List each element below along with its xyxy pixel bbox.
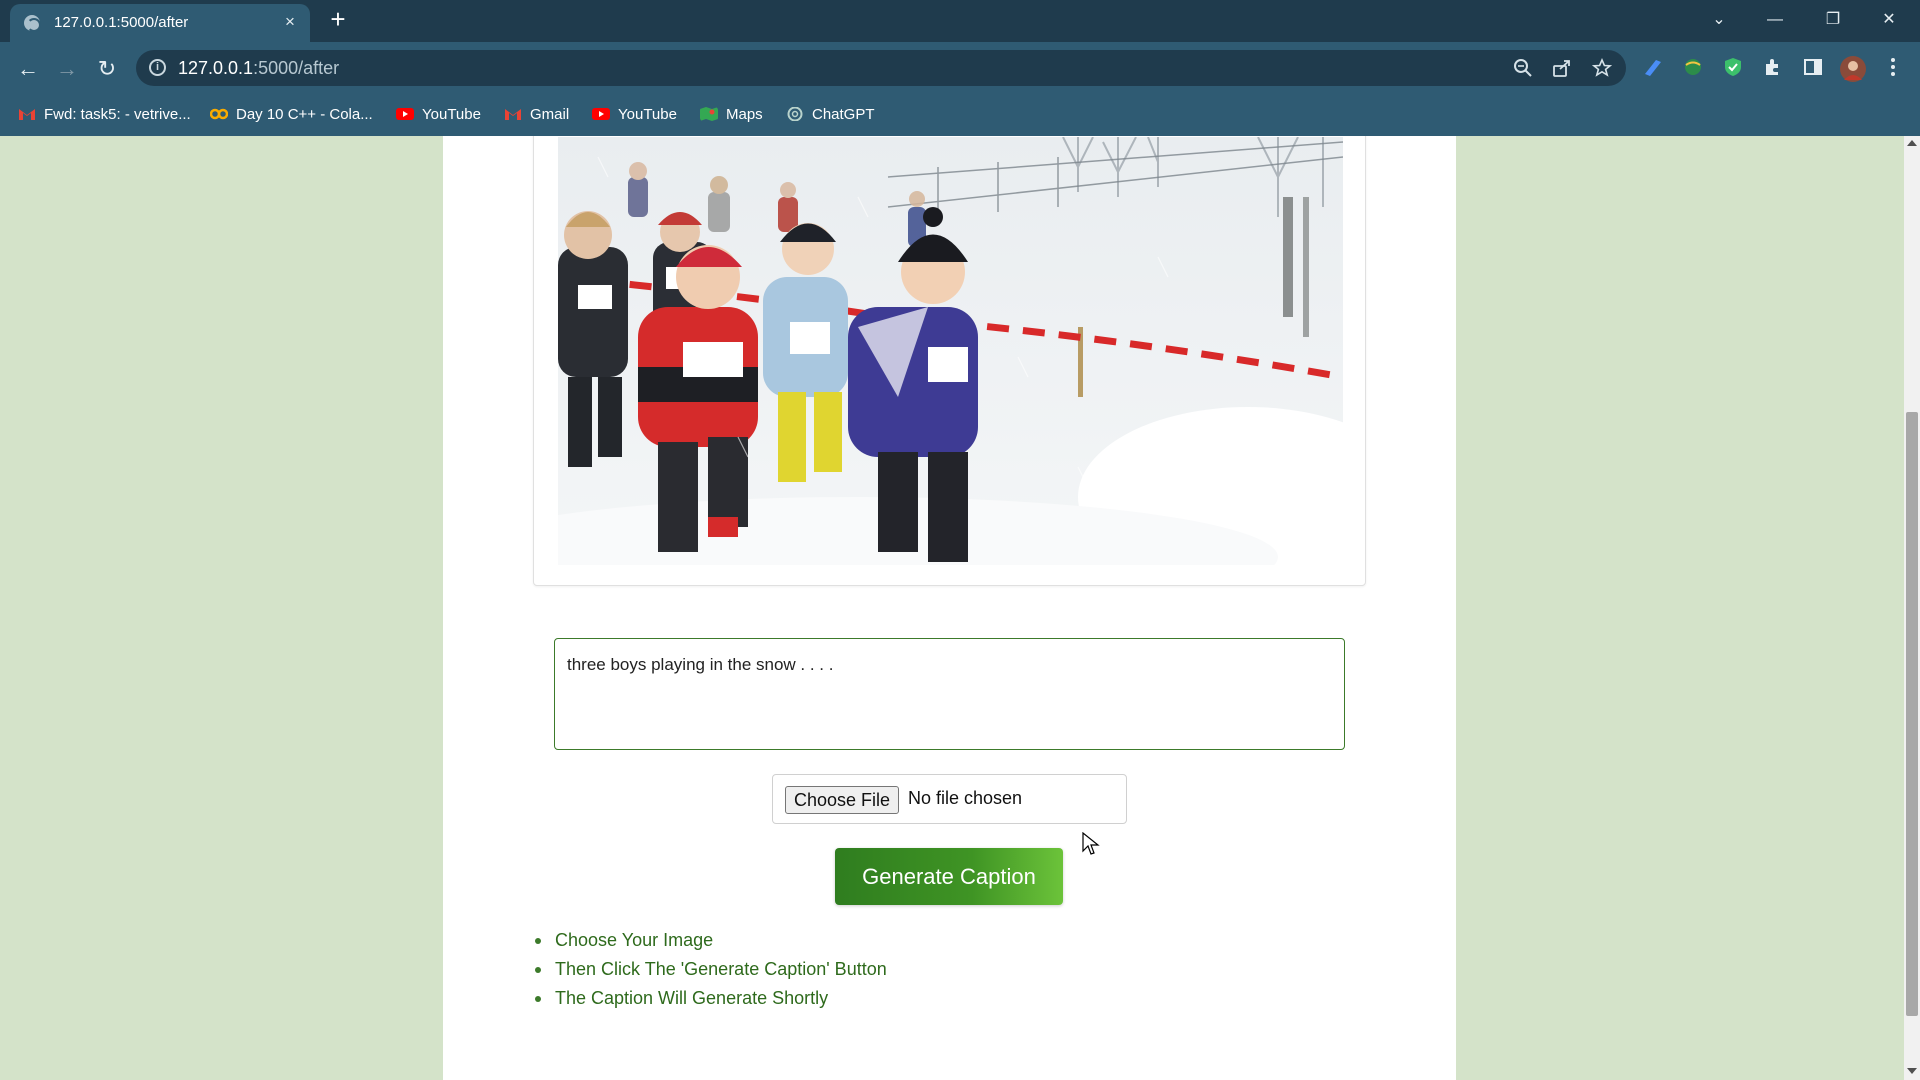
bookmark-colab[interactable]: Day 10 C++ - Cola... <box>210 104 373 126</box>
globe-favicon-icon <box>24 15 41 32</box>
puzzle-extensions-icon[interactable] <box>1760 56 1786 82</box>
list-item: The Caption Will Generate Shortly <box>535 984 887 1013</box>
caption-output[interactable]: three boys playing in the snow . . . . <box>554 638 1345 750</box>
caption-text: three boys playing in the snow . . . . <box>567 655 834 674</box>
scrollbar-thumb[interactable] <box>1906 412 1918 1016</box>
list-item: Then Click The 'Generate Caption' Button <box>535 955 887 984</box>
image-card <box>533 136 1366 586</box>
bookmark-label: YouTube <box>618 106 677 123</box>
list-item: Choose Your Image <box>535 926 887 955</box>
close-window-button[interactable]: ✕ <box>1866 6 1912 34</box>
bookmark-youtube-1[interactable]: YouTube <box>396 104 481 126</box>
tab-strip: 127.0.0.1:5000/after × + ⌄ — ❐ ✕ <box>0 0 1920 42</box>
bookmark-label: Fwd: task5: - vetrive... <box>44 106 191 123</box>
page-viewport: three boys playing in the snow . . . . C… <box>0 136 1904 1080</box>
share-icon[interactable] <box>1551 58 1573 80</box>
zoom-icon[interactable] <box>1512 58 1534 80</box>
vertical-scrollbar[interactable] <box>1904 136 1920 1080</box>
bookmark-gmail[interactable]: Gmail <box>504 104 569 126</box>
file-input[interactable]: Choose File No file chosen <box>772 774 1127 824</box>
new-tab-button[interactable]: + <box>326 6 350 32</box>
instructions-list: Choose Your Image Then Click The 'Genera… <box>535 926 887 1013</box>
profile-avatar-icon[interactable] <box>1840 56 1866 82</box>
bookmark-chatgpt[interactable]: ChatGPT <box>786 104 875 126</box>
tab-title: 127.0.0.1:5000/after <box>54 14 189 31</box>
browser-toolbar: ← → ↻ i 127.0.0.1:5000/after <box>0 42 1920 94</box>
reload-button[interactable]: ↻ <box>93 55 121 83</box>
generate-caption-button[interactable]: Generate Caption <box>835 848 1063 905</box>
bookmark-star-icon[interactable] <box>1591 57 1613 80</box>
bookmark-maps[interactable]: Maps <box>700 104 763 126</box>
scroll-down-icon[interactable] <box>1907 1068 1917 1074</box>
bookmark-label: YouTube <box>422 106 481 123</box>
back-button[interactable]: ← <box>14 55 42 83</box>
scroll-up-icon[interactable] <box>1907 140 1917 146</box>
url-text: 127.0.0.1:5000/after <box>178 58 339 79</box>
bookmarks-bar: Fwd: task5: - vetrive... Day 10 C++ - Co… <box>0 94 1920 136</box>
side-panel-icon[interactable] <box>1800 56 1826 82</box>
tab-search-icon[interactable]: ⌄ <box>1696 6 1742 34</box>
restore-button[interactable]: ❐ <box>1810 6 1856 34</box>
bookmark-label: Day 10 C++ - Cola... <box>236 106 373 123</box>
shield-extension-icon[interactable] <box>1720 56 1746 82</box>
bookmark-label: Maps <box>726 106 763 123</box>
bookmark-gmail-task[interactable]: Fwd: task5: - vetrive... <box>18 104 191 126</box>
url-path: :5000/after <box>253 58 340 78</box>
uploaded-photo <box>558 137 1343 565</box>
mouse-cursor-icon <box>1082 832 1100 855</box>
browser-tab[interactable]: 127.0.0.1:5000/after × <box>10 4 310 42</box>
bookmark-label: Gmail <box>530 106 570 123</box>
file-status-text: No file chosen <box>908 788 1023 808</box>
content-column: three boys playing in the snow . . . . C… <box>443 136 1456 1080</box>
bookmark-youtube-2[interactable]: YouTube <box>592 104 677 126</box>
choose-file-button[interactable]: Choose File <box>785 786 899 814</box>
forward-button[interactable]: → <box>53 55 81 83</box>
address-bar[interactable]: i 127.0.0.1:5000/after <box>136 50 1626 86</box>
pen-extension-icon[interactable] <box>1640 56 1666 82</box>
bookmark-label: ChatGPT <box>812 106 875 123</box>
tab-close-icon[interactable]: × <box>280 12 300 32</box>
site-info-icon[interactable]: i <box>149 59 166 76</box>
url-host: 127.0.0.1 <box>178 58 254 78</box>
kebab-menu-icon[interactable] <box>1880 56 1906 82</box>
minimize-button[interactable]: — <box>1752 6 1798 34</box>
globe-extension-icon[interactable] <box>1680 56 1706 82</box>
